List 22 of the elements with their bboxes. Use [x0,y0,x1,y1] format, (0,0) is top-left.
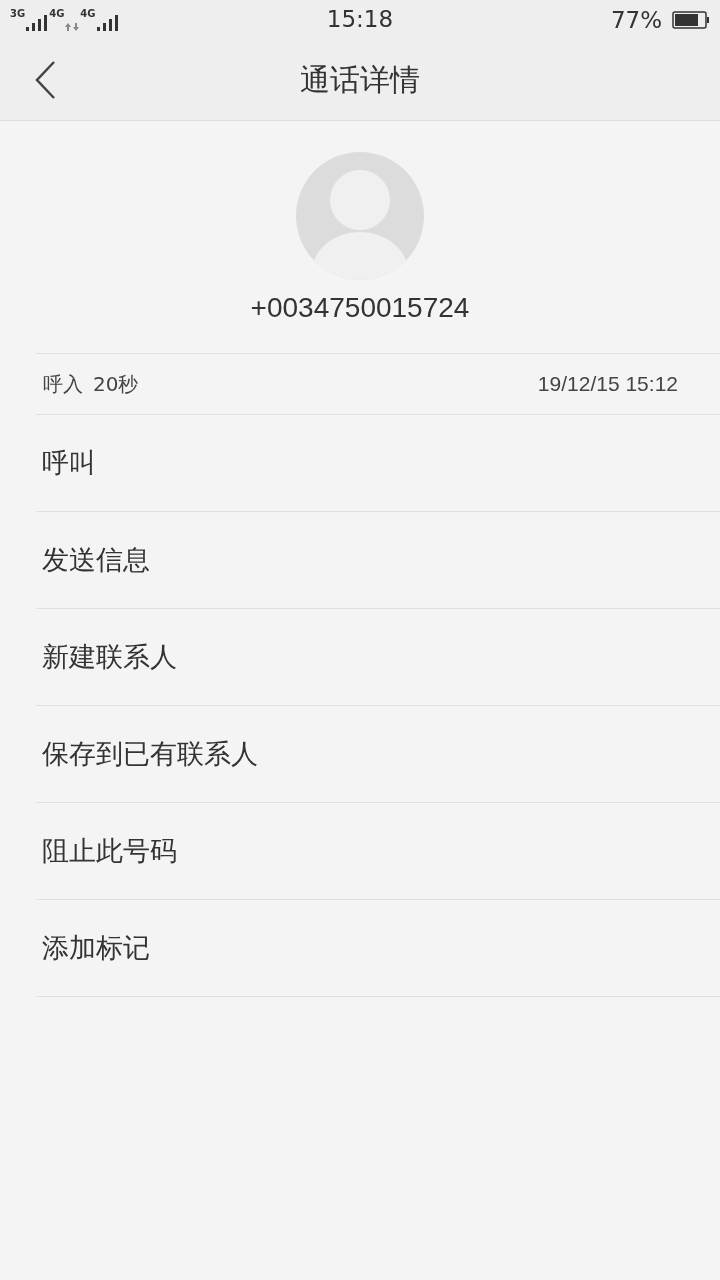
call-duration: 20秒 [93,370,139,398]
action-item[interactable]: 呼叫 [36,415,720,512]
data-arrows-icon [65,23,80,31]
phone-number: +0034750015724 [250,292,470,324]
signal-icon [26,15,49,31]
call-datetime: 19/12/15 15:12 [537,372,678,396]
network-type: 4G [49,9,65,19]
action-item[interactable]: 阻止此号码 [36,803,720,900]
back-icon[interactable] [34,60,58,100]
network-type: 4G [80,9,96,19]
call-type: 呼入 [43,370,83,398]
action-item[interactable]: 添加标记 [36,900,720,997]
page-title: 通话详情 [300,60,420,99]
action-item[interactable]: 发送信息 [36,512,720,609]
action-item[interactable]: 保存到已有联系人 [36,706,720,803]
clock-time: 15:18 [326,6,394,32]
battery-icon [672,11,710,29]
avatar-icon [296,152,424,280]
battery-percent: 77% [610,7,662,33]
action-item[interactable]: 新建联系人 [36,609,720,706]
signal-icon [96,15,119,31]
network-type: 3G [10,9,26,19]
